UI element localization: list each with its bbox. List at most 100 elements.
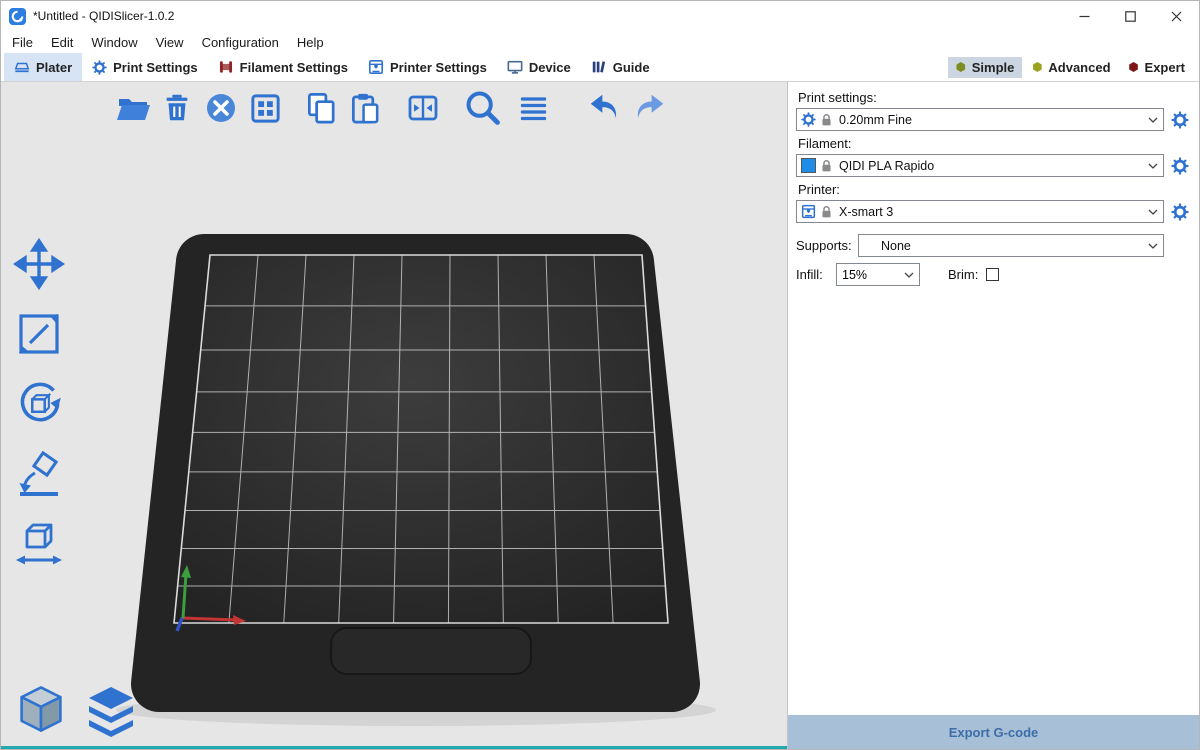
print-settings-value: 0.20mm Fine	[839, 113, 912, 127]
move-icon	[13, 238, 65, 290]
simple-mode-icon	[956, 62, 966, 72]
scale-to-fit-tool[interactable]	[11, 517, 67, 571]
search-icon	[463, 88, 503, 128]
mode-advanced[interactable]: Advanced	[1024, 57, 1118, 78]
split-icon	[405, 90, 441, 126]
redo-button[interactable]	[629, 88, 669, 128]
supports-label: Supports:	[796, 238, 858, 253]
mode-simple[interactable]: Simple	[948, 57, 1023, 78]
maximize-icon	[1125, 11, 1136, 22]
window-title: *Untitled - QIDISlicer-1.0.2	[33, 9, 174, 23]
menu-view[interactable]: View	[147, 35, 193, 50]
mode-expert-label: Expert	[1145, 60, 1185, 75]
layers-lines-icon	[516, 91, 551, 126]
printer-icon	[801, 204, 816, 219]
3d-viewport[interactable]	[1, 82, 787, 749]
scale-tool[interactable]	[11, 307, 67, 361]
menu-help[interactable]: Help	[288, 35, 333, 50]
tab-device[interactable]: Device	[497, 53, 581, 81]
split-objects-button[interactable]	[403, 88, 443, 128]
tab-guide[interactable]: Guide	[581, 53, 660, 81]
filament-gear-button[interactable]	[1171, 157, 1189, 175]
paste-icon	[348, 91, 383, 126]
tab-printer-settings[interactable]: Printer Settings	[358, 53, 497, 81]
filament-settings-icon	[218, 59, 234, 75]
tab-filament-settings-label: Filament Settings	[240, 60, 348, 75]
delete-button[interactable]	[157, 88, 197, 128]
mode-switcher: Simple Advanced Expert	[948, 53, 1196, 81]
bed-canvas[interactable]	[1, 82, 787, 749]
delete-all-button[interactable]	[201, 88, 241, 128]
device-icon	[507, 59, 523, 75]
minimize-button[interactable]	[1061, 1, 1107, 31]
infill-combo[interactable]: 15%	[836, 263, 920, 286]
lock-icon	[821, 113, 832, 127]
undo-button[interactable]	[585, 88, 625, 128]
infill-label: Infill:	[796, 267, 836, 282]
menu-window[interactable]: Window	[82, 35, 146, 50]
supports-value: None	[881, 239, 911, 253]
profile-gear-icon	[801, 112, 816, 127]
menu-file[interactable]: File	[3, 35, 42, 50]
paste-button[interactable]	[345, 88, 385, 128]
brim-checkbox[interactable]	[986, 268, 999, 281]
close-icon	[1171, 11, 1182, 22]
supports-combo[interactable]: None	[858, 234, 1164, 257]
app-logo-icon	[9, 8, 26, 25]
printer-gear-button[interactable]	[1171, 203, 1189, 221]
lock-icon	[821, 159, 832, 173]
menu-configuration[interactable]: Configuration	[193, 35, 288, 50]
place-on-face-tool[interactable]	[11, 447, 67, 501]
preview-layers-button[interactable]	[85, 685, 137, 737]
variable-layer-height-button[interactable]	[513, 88, 553, 128]
advanced-mode-icon	[1032, 62, 1042, 72]
menu-edit[interactable]: Edit	[42, 35, 82, 50]
plater-icon	[14, 59, 30, 75]
rotate-icon	[12, 377, 66, 431]
tab-plater[interactable]: Plater	[4, 53, 82, 81]
gizmo-toolbar	[11, 237, 67, 571]
rotate-tool[interactable]	[11, 377, 67, 431]
copy-button[interactable]	[301, 88, 341, 128]
chevron-down-icon	[1148, 243, 1158, 249]
expert-mode-icon	[1129, 62, 1139, 72]
redo-icon	[630, 89, 668, 127]
arrange-button[interactable]	[245, 88, 285, 128]
open-folder-icon	[115, 90, 151, 126]
print-settings-combo[interactable]: 0.20mm Fine	[796, 108, 1164, 131]
viewport-bottom-strip	[1, 746, 787, 749]
3d-editor-view-button[interactable]	[13, 681, 69, 737]
settings-sidebar: Print settings: 0.20mm Fine Filament: QI…	[787, 82, 1199, 749]
chevron-down-icon	[1148, 117, 1158, 123]
window-controls	[1061, 1, 1199, 31]
filament-color-swatch	[801, 158, 816, 173]
printer-settings-icon	[368, 59, 384, 75]
undo-icon	[586, 89, 624, 127]
tab-print-settings[interactable]: Print Settings	[82, 53, 208, 81]
tab-filament-settings[interactable]: Filament Settings	[208, 53, 358, 81]
minimize-icon	[1079, 11, 1090, 22]
filament-combo[interactable]: QIDI PLA Rapido	[796, 154, 1164, 177]
printer-combo[interactable]: X-smart 3	[796, 200, 1164, 223]
close-button[interactable]	[1153, 1, 1199, 31]
mode-expert[interactable]: Expert	[1121, 57, 1193, 78]
print-settings-gear-button[interactable]	[1171, 111, 1189, 129]
mode-advanced-label: Advanced	[1048, 60, 1110, 75]
printer-value: X-smart 3	[839, 205, 893, 219]
maximize-button[interactable]	[1107, 1, 1153, 31]
tab-guide-label: Guide	[613, 60, 650, 75]
open-file-button[interactable]	[113, 88, 153, 128]
move-tool[interactable]	[11, 237, 67, 291]
infill-value: 15%	[842, 268, 867, 282]
trash-icon	[160, 91, 194, 125]
view-switcher	[13, 681, 137, 737]
export-gcode-button[interactable]: Export G-code	[788, 715, 1199, 749]
brim-label: Brim:	[948, 267, 978, 282]
chevron-down-icon	[1148, 163, 1158, 169]
search-button[interactable]	[463, 88, 503, 128]
mode-simple-label: Simple	[972, 60, 1015, 75]
printer-label: Printer:	[798, 182, 1189, 197]
arrange-icon	[248, 91, 283, 126]
chevron-down-icon	[1148, 209, 1158, 215]
scale-to-fit-icon	[13, 518, 65, 570]
